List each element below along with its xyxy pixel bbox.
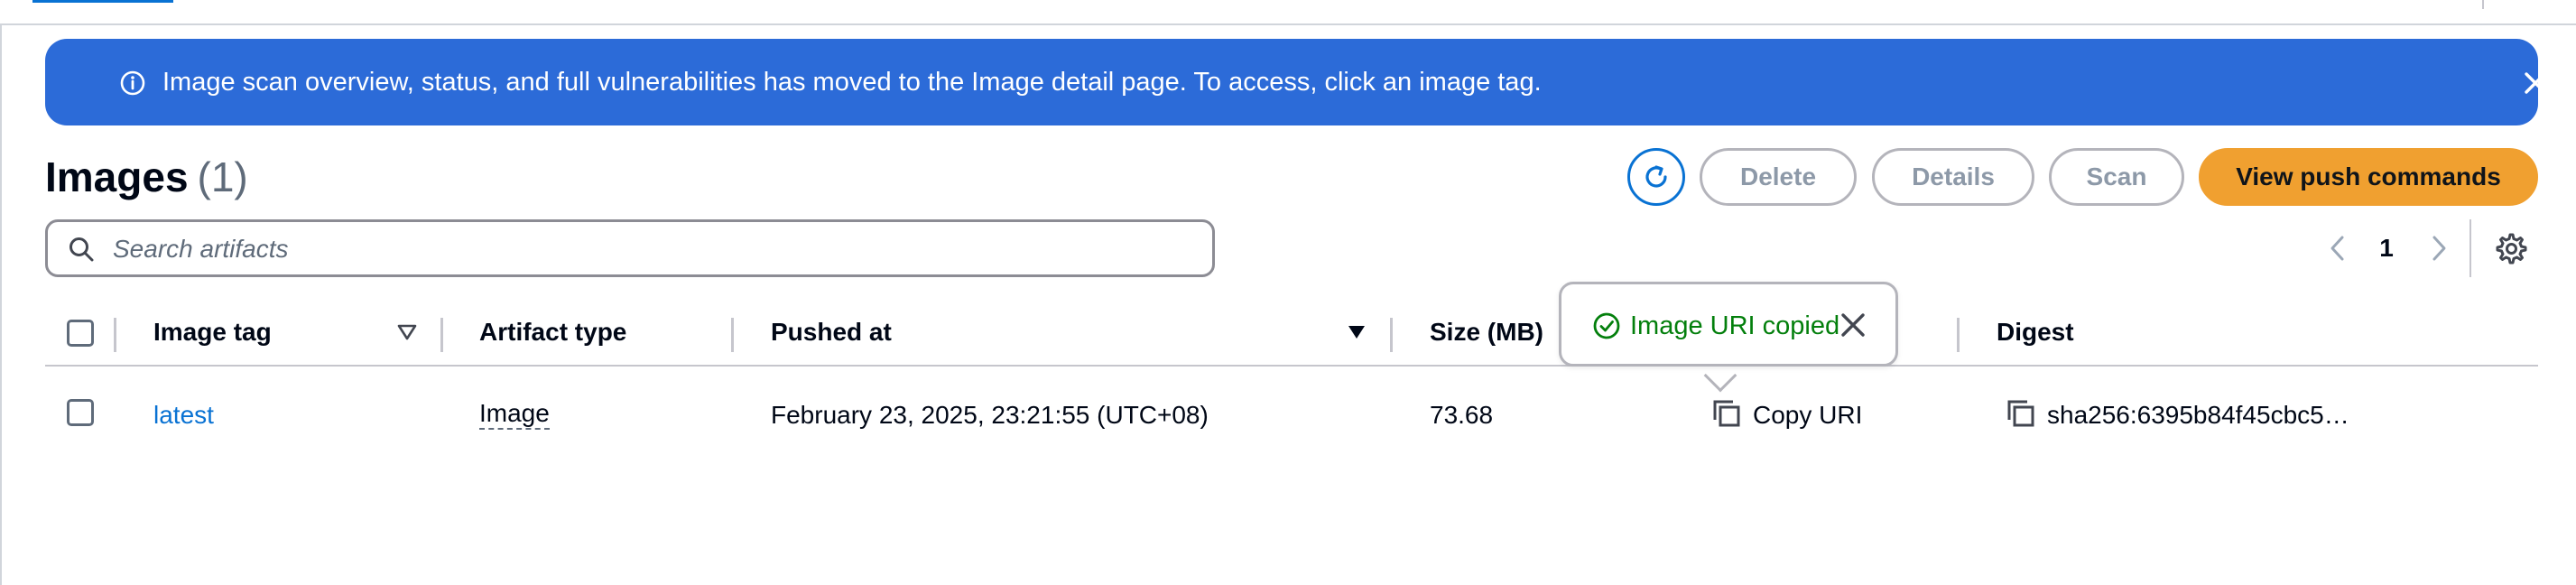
flash-message: Image scan overview, status, and full vu…	[162, 68, 1542, 97]
column-header-size[interactable]: Size (MB)	[1430, 316, 1543, 348]
popover-message: Image URI copied	[1630, 311, 1840, 340]
details-button[interactable]: Details	[1872, 148, 2034, 206]
top-navigation-strip	[0, 0, 2576, 25]
search-icon	[69, 237, 94, 262]
current-page-number[interactable]: 1	[2376, 231, 2397, 265]
pagination-divider	[2469, 219, 2471, 277]
table-row: latest Image February 23, 2025, 23:21:55…	[45, 370, 2538, 457]
sort-descending-icon[interactable]	[1347, 323, 1367, 341]
size-cell: 73.68	[1430, 401, 1494, 429]
top-divider	[2482, 0, 2484, 9]
column-divider	[1390, 318, 1393, 352]
gear-icon[interactable]	[2493, 231, 2527, 265]
artifact-type-cell[interactable]: Image	[479, 399, 550, 430]
next-page-icon[interactable]	[2425, 232, 2452, 265]
image-tag-link[interactable]: latest	[153, 399, 214, 432]
delete-button[interactable]: Delete	[1700, 148, 1857, 206]
scan-button[interactable]: Scan	[2049, 148, 2184, 206]
digest-cell[interactable]: sha256:6395b84f45cbc5…	[2047, 399, 2349, 432]
column-header-artifact-type[interactable]: Artifact type	[479, 316, 626, 348]
refresh-icon	[1645, 165, 1667, 188]
previous-page-icon[interactable]	[2324, 232, 2351, 265]
pushed-at-cell: February 23, 2025, 23:21:55 (UTC+08)	[771, 401, 1209, 429]
info-flash-banner: Image scan overview, status, and full vu…	[45, 39, 2546, 125]
breadcrumb-link-underline	[32, 0, 173, 3]
column-header-digest[interactable]: Digest	[1997, 316, 2074, 348]
row-select-checkbox[interactable]	[67, 399, 94, 426]
column-divider	[440, 318, 443, 352]
image-count: (1)	[197, 153, 248, 200]
copy-icon[interactable]	[2006, 398, 2036, 429]
close-icon[interactable]	[2518, 66, 2553, 100]
column-divider	[1957, 318, 1960, 352]
column-header-image-tag[interactable]: Image tag	[153, 316, 272, 348]
refresh-button[interactable]	[1627, 148, 1685, 206]
copy-icon[interactable]	[1711, 398, 1742, 429]
copy-confirmation-popover: Image URI copied	[1559, 282, 1898, 367]
close-icon[interactable]	[1838, 310, 1868, 340]
sort-unsorted-icon[interactable]	[397, 323, 417, 341]
column-divider	[114, 318, 116, 352]
column-divider	[731, 318, 734, 352]
column-header-pushed-at[interactable]: Pushed at	[771, 316, 892, 348]
select-all-checkbox[interactable]	[67, 320, 94, 347]
check-circle-icon	[1593, 312, 1620, 339]
info-icon	[120, 70, 145, 96]
search-box[interactable]	[45, 219, 1215, 277]
page-title-text: Images	[45, 153, 189, 200]
page-title: Images (1)	[45, 150, 248, 204]
search-input[interactable]	[113, 229, 1196, 269]
view-push-commands-button[interactable]: View push commands	[2199, 148, 2538, 206]
copy-uri-button[interactable]: Copy URI	[1753, 399, 1862, 432]
content-left-border	[0, 25, 2, 585]
table-header: Image tag Artifact type Pushed at Size (…	[45, 298, 2538, 367]
